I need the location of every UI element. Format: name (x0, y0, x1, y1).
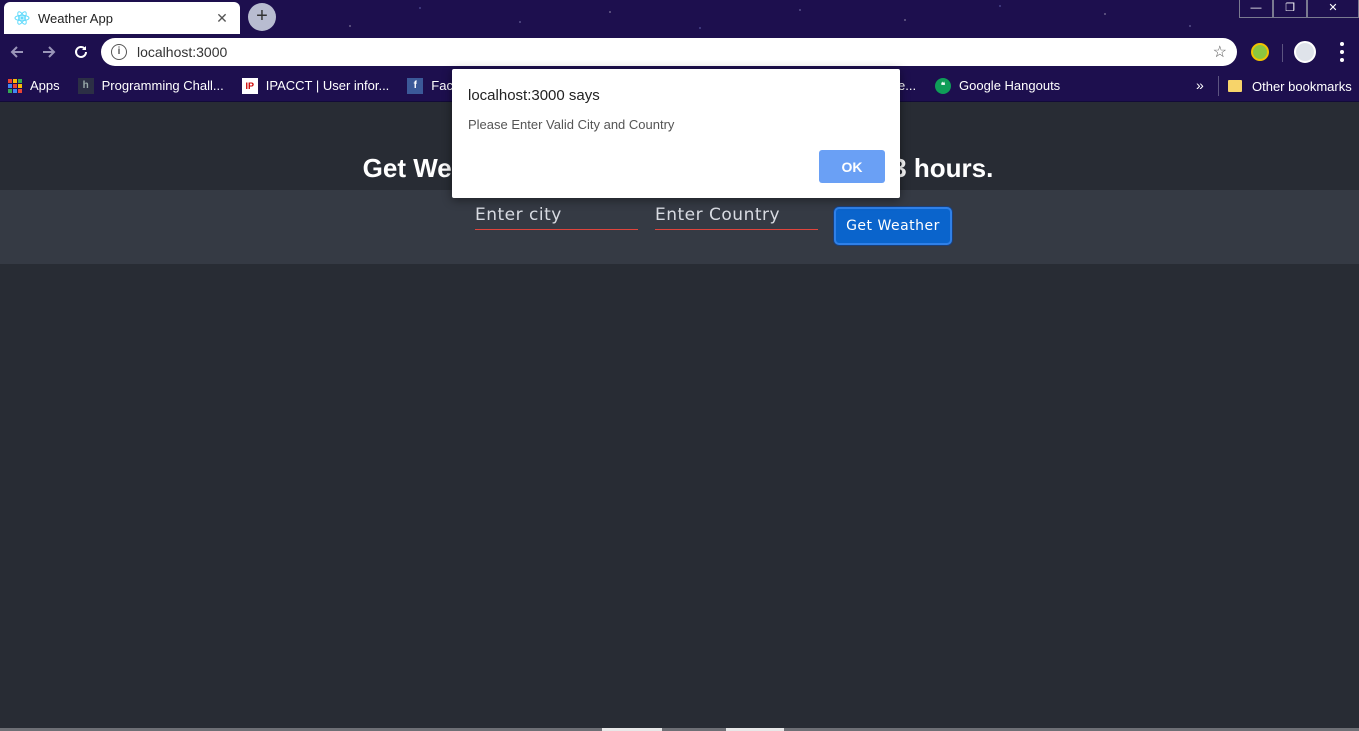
browser-toolbar: i localhost:3000 ☆ (0, 34, 1359, 70)
country-input[interactable] (655, 200, 818, 230)
tab-title: Weather App (38, 10, 113, 26)
heading-left-fragment: Get Wea (362, 153, 467, 183)
other-bookmarks[interactable]: Other bookmarks (1228, 70, 1352, 102)
window-controls: — ❐ ✕ (1239, 0, 1359, 18)
weather-form: Get Weather (0, 190, 1359, 264)
folder-icon (1228, 80, 1242, 92)
bookmark-star-icon[interactable]: ☆ (1213, 42, 1227, 62)
get-weather-button[interactable]: Get Weather (834, 207, 952, 245)
bookmark-ipacct[interactable]: IP IPACCT | User infor... (241, 77, 389, 94)
dialog-message: Please Enter Valid City and Country (468, 117, 675, 132)
bookmark-apps[interactable]: Apps (8, 78, 60, 93)
restore-button[interactable]: ❐ (1273, 0, 1307, 18)
back-button[interactable] (2, 37, 32, 67)
ip-icon: IP (241, 77, 258, 94)
bookmark-google-hangouts[interactable]: ❝ Google Hangouts (935, 77, 1060, 94)
address-bar[interactable]: i localhost:3000 ☆ (101, 38, 1237, 66)
more-bookmarks-icon[interactable]: » (1196, 77, 1204, 93)
toolbar-divider (1282, 44, 1283, 62)
reload-button[interactable] (66, 37, 96, 67)
react-icon (14, 10, 30, 26)
forward-arrow-icon (43, 46, 56, 58)
hangouts-icon: ❝ (935, 77, 951, 94)
minimize-button[interactable]: — (1239, 0, 1273, 18)
h-icon: h (77, 77, 94, 94)
close-window-button[interactable]: ✕ (1307, 0, 1359, 18)
bookmarks-divider (1218, 76, 1219, 96)
extension-icon[interactable] (1251, 43, 1269, 61)
facebook-icon: f (407, 77, 424, 94)
bookmark-programming-challenges[interactable]: h Programming Chall... (77, 77, 224, 94)
dialog-title: localhost:3000 says (468, 87, 600, 104)
back-arrow-icon (10, 46, 23, 58)
url-text: localhost:3000 (137, 44, 228, 60)
new-tab-button[interactable]: + (248, 3, 276, 31)
bookmark-truncated[interactable]: e... (898, 78, 916, 93)
profile-avatar[interactable] (1294, 41, 1316, 63)
heading-right-fragment: 3 hours. (892, 153, 994, 183)
dialog-ok-button[interactable]: OK (819, 150, 885, 183)
browser-menu-icon[interactable] (1339, 42, 1345, 62)
tab-close-icon[interactable]: ✕ (214, 10, 230, 27)
apps-grid-icon (8, 78, 22, 93)
site-info-icon[interactable]: i (111, 44, 127, 60)
alert-dialog: localhost:3000 says Please Enter Valid C… (452, 69, 900, 198)
title-bar: Weather App ✕ + — ❐ ✕ (0, 0, 1359, 34)
tab-weather-app[interactable]: Weather App ✕ (4, 2, 240, 34)
forward-button[interactable] (34, 37, 64, 67)
reload-icon (75, 45, 87, 58)
city-input[interactable] (475, 200, 638, 230)
